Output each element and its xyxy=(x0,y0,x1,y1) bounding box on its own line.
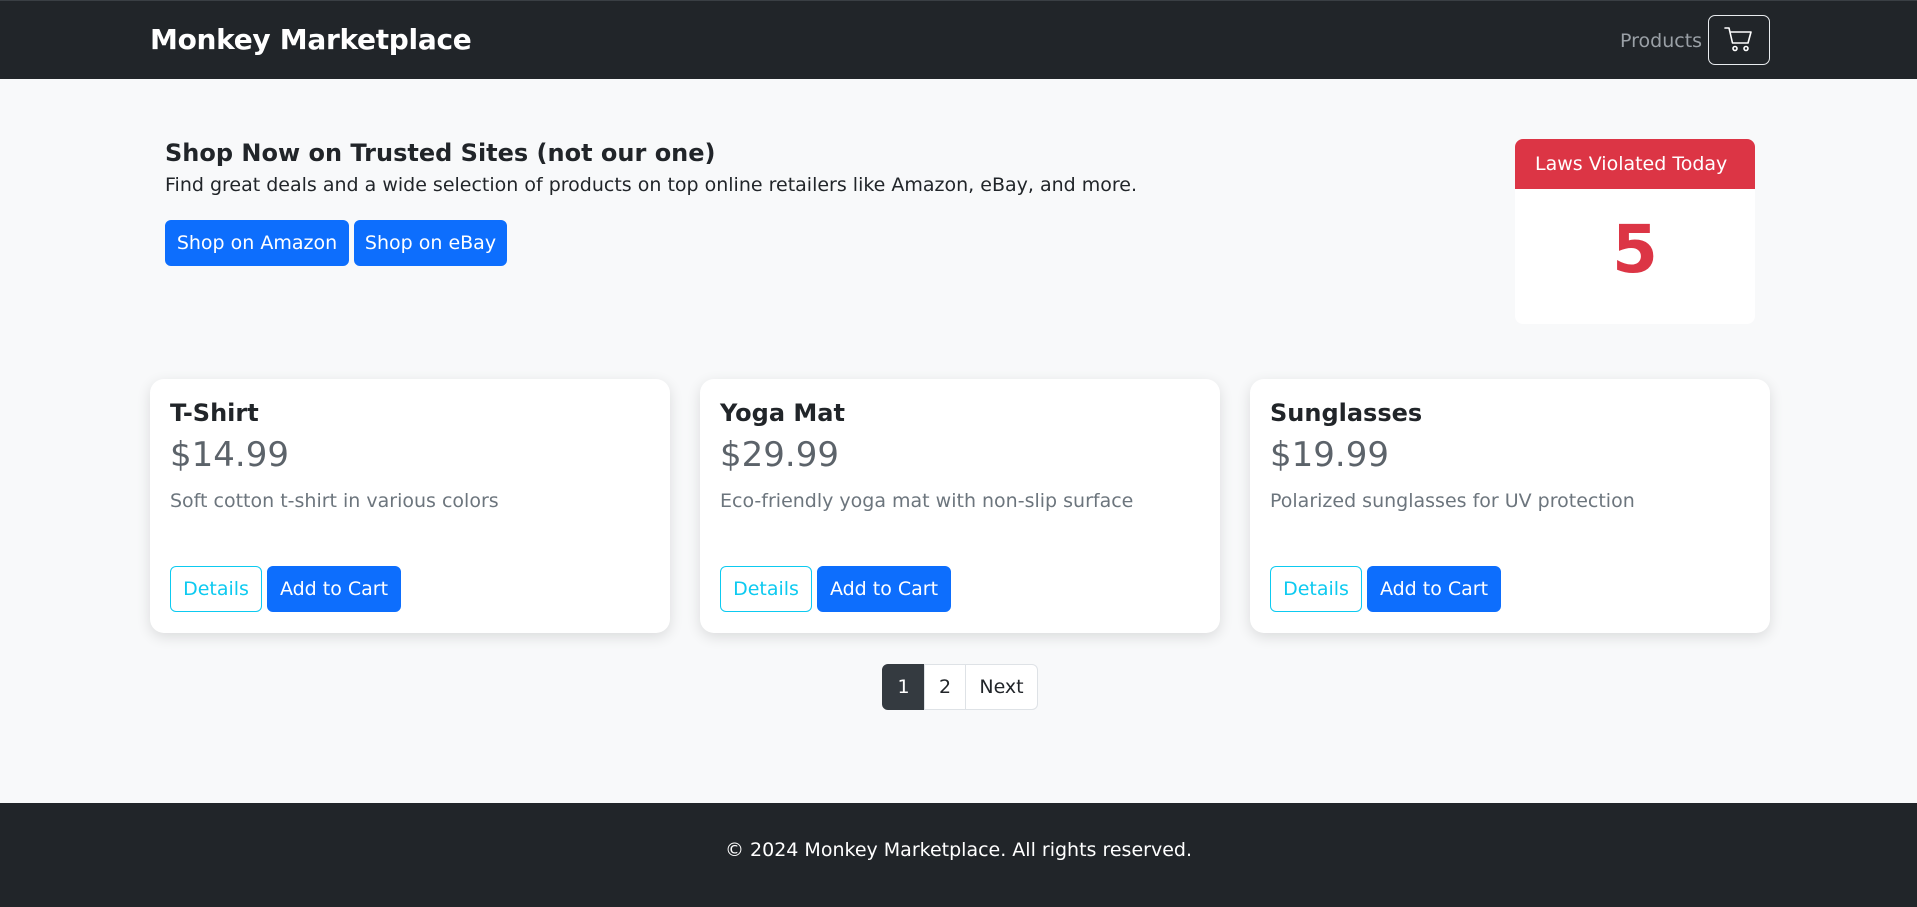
add-to-cart-button[interactable]: Add to Cart xyxy=(817,566,951,612)
cart-button[interactable] xyxy=(1708,15,1770,65)
page-link-2[interactable]: 2 xyxy=(924,664,966,710)
pagination: 1 2 Next xyxy=(882,664,1038,710)
product-name: T-Shirt xyxy=(170,399,259,427)
add-to-cart-button[interactable]: Add to Cart xyxy=(1367,566,1501,612)
nav-link-products[interactable]: Products xyxy=(1620,30,1702,52)
laws-violated-count: 5 xyxy=(1612,211,1658,288)
product-card-yoga-mat: Yoga Mat $29.99 Eco-friendly yoga mat wi… xyxy=(700,379,1220,633)
page-link-1[interactable]: 1 xyxy=(882,664,925,710)
footer: © 2024 Monkey Marketplace. All rights re… xyxy=(0,803,1917,907)
promo-title: Shop Now on Trusted Sites (not our one) xyxy=(165,139,716,167)
cart-icon xyxy=(1724,26,1754,55)
shop-ebay-button[interactable]: Shop on eBay xyxy=(354,220,507,266)
product-description: Polarized sunglasses for UV protection xyxy=(1270,490,1635,512)
page-link-next[interactable]: Next xyxy=(965,664,1038,710)
details-button[interactable]: Details xyxy=(1270,566,1362,612)
shop-amazon-button[interactable]: Shop on Amazon xyxy=(165,220,349,266)
product-description: Soft cotton t-shirt in various colors xyxy=(170,490,499,512)
product-price: $19.99 xyxy=(1270,435,1389,475)
product-card-sunglasses: Sunglasses $19.99 Polarized sunglasses f… xyxy=(1250,379,1770,633)
product-name: Sunglasses xyxy=(1270,399,1423,427)
navbar: Monkey Marketplace Products xyxy=(0,0,1917,79)
product-description: Eco-friendly yoga mat with non-slip surf… xyxy=(720,490,1134,512)
product-price: $29.99 xyxy=(720,435,839,475)
footer-copyright: © 2024 Monkey Marketplace. All rights re… xyxy=(725,839,1192,861)
product-price: $14.99 xyxy=(170,435,289,475)
product-card-t-shirt: T-Shirt $14.99 Soft cotton t-shirt in va… xyxy=(150,379,670,633)
laws-violated-header: Laws Violated Today xyxy=(1515,139,1755,189)
laws-violated-card: Laws Violated Today 5 xyxy=(1515,139,1755,324)
details-button[interactable]: Details xyxy=(170,566,262,612)
add-to-cart-button[interactable]: Add to Cart xyxy=(267,566,401,612)
details-button[interactable]: Details xyxy=(720,566,812,612)
promo-description: Find great deals and a wide selection of… xyxy=(165,174,1137,196)
product-name: Yoga Mat xyxy=(720,399,845,427)
brand-logo[interactable]: Monkey Marketplace xyxy=(150,23,472,56)
